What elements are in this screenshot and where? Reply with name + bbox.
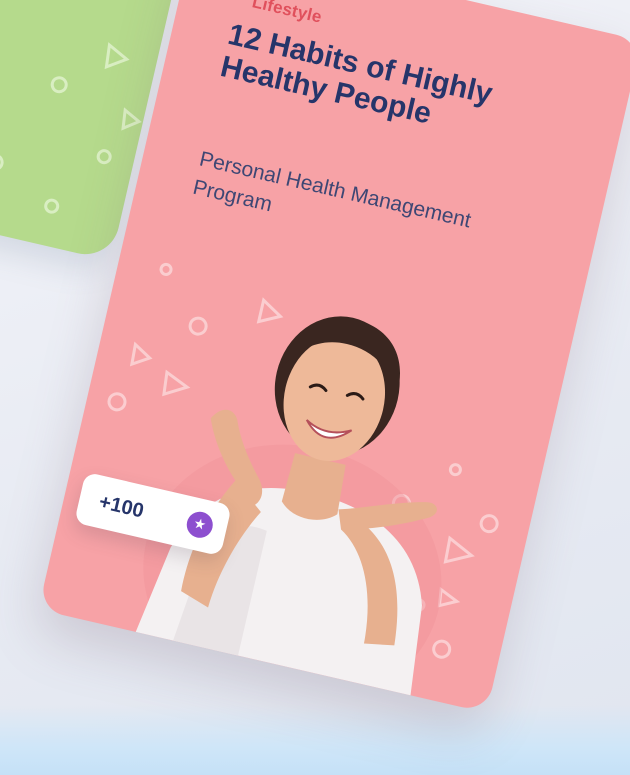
star-icon: ★ — [184, 509, 216, 541]
points-value: +100 — [97, 490, 146, 522]
background-strip — [0, 705, 630, 775]
